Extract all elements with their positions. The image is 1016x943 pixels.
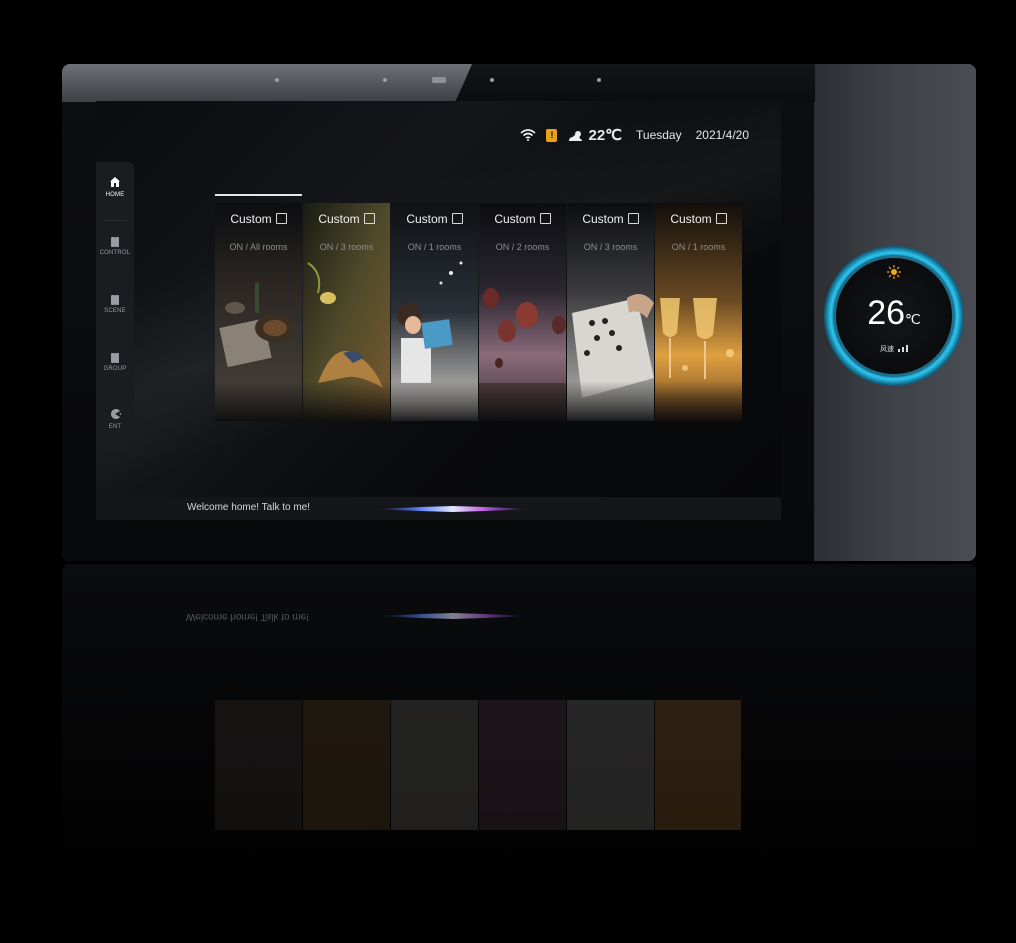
outdoor-temperature: 22℃	[588, 127, 623, 144]
scene-title: Custom	[567, 212, 654, 226]
scene-card[interactable]: Custom ON / 1 rooms	[655, 203, 742, 421]
sidebar-item-label: HOME	[105, 192, 125, 198]
reflection-cards	[215, 700, 741, 830]
scene-card[interactable]: Custom ON / 1 rooms	[391, 203, 478, 421]
reflection-waveform	[377, 613, 529, 619]
group-icon	[109, 350, 121, 363]
scene-subtitle: ON / 3 rooms	[583, 242, 638, 252]
scene-subtitle: ON / 1 rooms	[407, 242, 462, 252]
fan-speed-label: 风速	[880, 346, 895, 353]
scene-subtitle: ON / 2 rooms	[495, 242, 550, 252]
sidebar-nav: HOME CONTROL SCENE GROUP ENT	[96, 162, 134, 452]
card-fade	[215, 381, 302, 421]
edit-icon[interactable]	[451, 213, 463, 224]
scene-card[interactable]: Custom ON / All rooms	[215, 203, 302, 421]
sensor-dot	[275, 78, 279, 82]
thermostat-knob[interactable]: 26℃ 风速	[836, 258, 952, 374]
top-strip-dark	[455, 64, 815, 102]
card-fade	[391, 381, 478, 421]
scene-subtitle: ON / All rooms	[229, 242, 288, 252]
card-fade	[567, 381, 654, 421]
sidebar-item-label: SCENE	[104, 308, 126, 314]
scene-carousel: Custom ON / All rooms Custom ON / 3 room…	[215, 203, 742, 421]
touch-screen: ! 22℃ Tuesday 2021/4/20 HOME CONTROL SCE	[96, 101, 781, 520]
scene-subtitle: ON / 1 rooms	[671, 242, 726, 252]
scene-subtitle: ON / 3 rooms	[319, 242, 374, 252]
scene-icon	[109, 292, 121, 305]
status-bar: ! 22℃ Tuesday 2021/4/20	[520, 126, 749, 144]
scene-title: Custom	[391, 212, 478, 226]
voice-prompt-text: Welcome home! Talk to me!	[187, 502, 311, 513]
scene-title: Custom	[479, 212, 566, 226]
sidebar-item-home[interactable]: HOME	[96, 168, 134, 218]
thermostat-temperature: 26℃	[867, 294, 921, 332]
edit-icon[interactable]	[275, 213, 287, 224]
scene-card[interactable]: Custom ON / 3 rooms	[567, 203, 654, 421]
weather-widget: 22℃	[567, 126, 622, 144]
edit-icon[interactable]	[363, 213, 375, 224]
edit-icon[interactable]	[539, 213, 551, 224]
alert-icon[interactable]: !	[546, 128, 558, 142]
sidebar-item-ent[interactable]: ENT	[96, 400, 134, 450]
sidebar-item-label: CONTROL	[99, 250, 131, 256]
wifi-icon	[520, 129, 537, 141]
sidebar-item-control[interactable]: CONTROL	[96, 226, 134, 276]
date-text: 2021/4/20	[695, 128, 749, 142]
scene-card[interactable]: Custom ON / 2 rooms	[479, 203, 566, 421]
scene-title: Custom	[215, 212, 302, 226]
active-scene-indicator	[215, 194, 302, 196]
scene-title: Custom	[303, 212, 390, 226]
top-sensor-strip	[62, 64, 472, 102]
card-fade	[655, 381, 742, 421]
sidebar-item-scene[interactable]: SCENE	[96, 284, 134, 334]
sun-icon	[887, 265, 901, 279]
sidebar-item-label: GROUP	[103, 366, 127, 372]
edit-icon[interactable]	[627, 213, 639, 224]
card-fade	[303, 381, 390, 421]
sensor-dot	[597, 78, 601, 82]
sidebar-item-group[interactable]: GROUP	[96, 342, 134, 392]
sidebar-divider	[104, 220, 126, 221]
voice-assistant-bar[interactable]: Welcome home! Talk to me!	[96, 497, 781, 520]
fan-speed-indicator: 风速	[836, 344, 952, 354]
signal-bars-icon	[897, 345, 908, 352]
reflection-text: Welcome home! Talk to me!	[186, 611, 310, 622]
partly-cloudy-icon	[569, 130, 583, 141]
weekday-text: Tuesday	[636, 128, 682, 142]
entertainment-icon	[111, 409, 121, 419]
home-icon	[110, 177, 120, 187]
camera-sensor	[432, 77, 446, 83]
scene-title: Custom	[655, 212, 742, 226]
sensor-dot	[383, 78, 387, 82]
switch-icon	[109, 234, 121, 247]
sensor-dot	[490, 78, 494, 82]
scene-card[interactable]: Custom ON / 3 rooms	[303, 203, 390, 421]
voice-waveform-icon[interactable]	[377, 505, 529, 513]
edit-icon[interactable]	[715, 213, 727, 224]
card-fade	[479, 381, 566, 421]
sidebar-item-label: ENT	[108, 424, 122, 430]
